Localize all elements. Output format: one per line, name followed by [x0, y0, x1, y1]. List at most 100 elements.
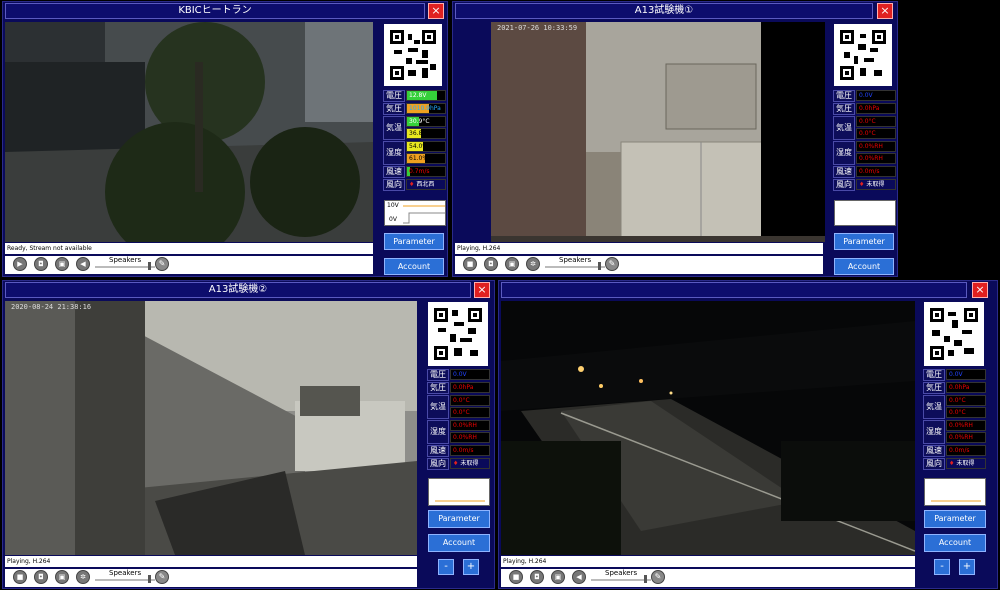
- stop-icon[interactable]: ■: [13, 570, 27, 584]
- wind-label: 風速: [427, 445, 449, 457]
- pen-icon[interactable]: ✎: [155, 570, 169, 584]
- zoom-out-button[interactable]: -: [934, 559, 950, 575]
- voltage-label: 電圧: [833, 90, 855, 102]
- video-view[interactable]: [5, 22, 373, 242]
- qr-code-image: [434, 308, 482, 360]
- voltage-text: 12.8V: [409, 92, 427, 99]
- hum2-value: 61.0%RH: [406, 153, 446, 164]
- pen-icon[interactable]: ✎: [155, 257, 169, 271]
- account-button[interactable]: Account: [428, 534, 490, 552]
- temp2-value: 0.0°C: [856, 128, 896, 139]
- qr-code-image: [840, 30, 886, 80]
- temp-label: 気温: [923, 395, 945, 419]
- video-timestamp: 2020-08-24 21:38:16: [11, 303, 92, 311]
- wind-value: 0.0m/s: [450, 445, 490, 456]
- zoom-in-button[interactable]: +: [463, 559, 479, 575]
- account-button[interactable]: Account: [924, 534, 986, 552]
- wind-arrow-icon: ♦: [453, 460, 459, 467]
- volume-knob[interactable]: [148, 575, 151, 583]
- camera-icon[interactable]: ◘: [34, 570, 48, 584]
- temp2-value: 0.0°C: [450, 407, 490, 418]
- winddir-label: 風向: [923, 458, 945, 470]
- pen-icon[interactable]: ✎: [605, 257, 619, 271]
- winddir-value: ♦ 未取得: [450, 458, 490, 469]
- volume-slider[interactable]: [591, 579, 651, 581]
- window-title: A13試験機①: [455, 3, 873, 19]
- zoom-out-button[interactable]: -: [438, 559, 454, 575]
- voltage-value: 0.0V: [946, 369, 986, 380]
- camera-icon[interactable]: ◘: [530, 570, 544, 584]
- parameter-button[interactable]: Parameter: [384, 233, 444, 250]
- humidity-label: 湿度: [383, 141, 405, 165]
- wind-arrow-icon: ♦: [859, 181, 865, 188]
- hum2-value: 0.0%RH: [856, 153, 896, 164]
- voltage-graph: [834, 200, 896, 226]
- mute-icon[interactable]: ◀: [76, 257, 90, 271]
- speakers-label: Speakers: [605, 569, 638, 577]
- hum2-text: 61.0%RH: [409, 155, 437, 162]
- camera-icon[interactable]: ◘: [484, 257, 498, 271]
- close-button[interactable]: ×: [474, 282, 490, 298]
- wind-label: 風速: [833, 166, 855, 178]
- volume-knob[interactable]: [148, 262, 151, 270]
- parameter-button[interactable]: Parameter: [834, 233, 894, 250]
- video-frame: [5, 22, 373, 242]
- qr-code-image: [390, 30, 436, 80]
- stream-status: Playing, H.264: [455, 243, 823, 254]
- video-frame: [5, 301, 417, 555]
- hum1-text: 54.0%RH: [409, 143, 437, 150]
- camera-icon[interactable]: ◘: [34, 257, 48, 271]
- qr-code: [428, 302, 488, 366]
- humidity-label: 湿度: [923, 420, 945, 444]
- volume-slider[interactable]: [95, 266, 155, 268]
- stream-status: Playing, H.264: [5, 556, 417, 567]
- volume-slider[interactable]: [95, 579, 155, 581]
- volume-knob[interactable]: [598, 262, 601, 270]
- parameter-button[interactable]: Parameter: [924, 510, 986, 528]
- voltage-value: 0.0V: [856, 90, 896, 101]
- voltage-graph: [428, 478, 490, 506]
- camera-window-2: A13試験機① × 2021-07-26 10:33:59 Playing, H…: [452, 1, 898, 277]
- play-icon[interactable]: ▶: [13, 257, 27, 271]
- temp-label: 気温: [383, 116, 405, 140]
- mute-icon[interactable]: ◀: [572, 570, 586, 584]
- video-view[interactable]: [501, 301, 915, 555]
- record-icon[interactable]: ▣: [55, 570, 69, 584]
- wind-label: 風速: [383, 166, 405, 178]
- hum1-value: 0.0%RH: [856, 141, 896, 152]
- close-button[interactable]: ×: [428, 3, 444, 19]
- wind-value: 0.7m/s: [406, 166, 446, 177]
- pen-icon[interactable]: ✎: [651, 570, 665, 584]
- video-view[interactable]: 2020-08-24 21:38:16: [5, 301, 417, 555]
- stop-icon[interactable]: ■: [509, 570, 523, 584]
- gear-icon[interactable]: ✲: [76, 570, 90, 584]
- video-frame: [501, 301, 915, 555]
- record-icon[interactable]: ▣: [55, 257, 69, 271]
- record-icon[interactable]: ▣: [551, 570, 565, 584]
- sensor-panel: 電圧 0.0V 気圧 0.0hPa 気温 0.0°C 0.0°C 湿度 0.0%…: [427, 369, 493, 479]
- close-button[interactable]: ×: [972, 282, 988, 298]
- sensor-panel: 電圧 12.8V 気圧 1010.9hPa 気温 30.9°C 36.8°C 湿…: [383, 90, 447, 200]
- record-icon[interactable]: ▣: [505, 257, 519, 271]
- close-button[interactable]: ×: [877, 3, 893, 19]
- volume-slider[interactable]: [545, 266, 605, 268]
- parameter-button[interactable]: Parameter: [428, 510, 490, 528]
- hum1-value: 0.0%RH: [946, 420, 986, 431]
- volume-knob[interactable]: [644, 575, 647, 583]
- winddir-value: ♦ 西北西: [406, 179, 446, 190]
- account-button[interactable]: Account: [384, 258, 444, 275]
- window-title: [501, 282, 967, 298]
- stop-icon[interactable]: ■: [463, 257, 477, 271]
- pressure-value: 0.0hPa: [450, 382, 490, 393]
- graph-lines: [403, 205, 445, 224]
- window-title: KBICヒートラン: [5, 3, 425, 19]
- humidity-label: 湿度: [427, 420, 449, 444]
- qr-code: [834, 24, 892, 86]
- zoom-in-button[interactable]: +: [959, 559, 975, 575]
- gear-icon[interactable]: ✲: [526, 257, 540, 271]
- graph-bottom-label: 0V: [389, 216, 397, 223]
- temp-label: 気温: [833, 116, 855, 140]
- account-button[interactable]: Account: [834, 258, 894, 275]
- video-view[interactable]: 2021-07-26 10:33:59: [491, 22, 825, 242]
- stream-status: Playing, H.264: [501, 556, 915, 567]
